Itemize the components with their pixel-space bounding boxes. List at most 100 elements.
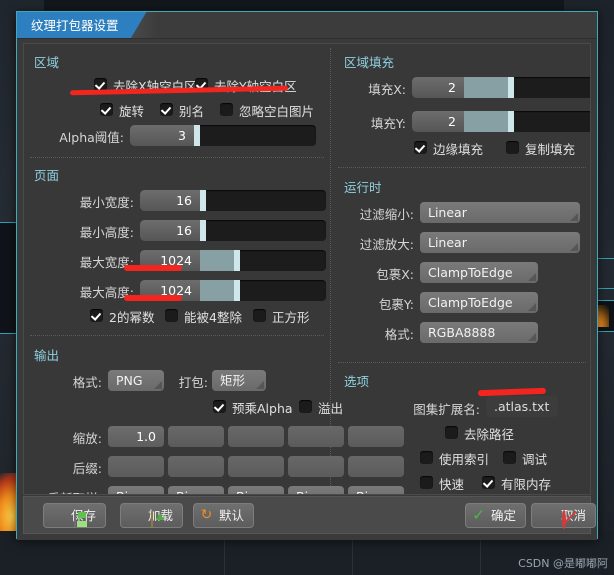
checkbox-alias[interactable] (160, 103, 173, 116)
slider-min-width-handle[interactable] (200, 190, 206, 211)
group-title-page: 页面 (34, 168, 60, 183)
section-divider (30, 157, 324, 158)
label-divisible-by-four: 能被4整除 (184, 310, 242, 325)
label-alpha-threshold: Alpha阈值: (59, 130, 124, 145)
slider-min-height[interactable]: 16 (140, 220, 326, 241)
label-atlas-extension: 图集扩展名: (413, 402, 480, 417)
settings-panel: 区域 去除X轴空白区 去除Y轴空白区 旋转 别名 忽略空白图片 Alpha阈值:… (23, 43, 591, 495)
label-min-width: 最小宽度: (79, 195, 134, 210)
slider-padding-y-fill (464, 111, 508, 132)
label-padding-y: 填充Y: (370, 116, 406, 131)
dropdown-mag-filter[interactable]: Linear (420, 232, 580, 253)
slider-max-height-handle[interactable] (234, 280, 240, 301)
checkbox-bleed[interactable] (299, 400, 312, 413)
save-button[interactable]: 保存 (43, 503, 107, 528)
tab-texture-packer-settings[interactable]: 纹理打包器设置 (17, 12, 147, 39)
dropdown-pixel-format[interactable]: RGBA8888 (420, 322, 538, 343)
slider-padding-x-value: 2 (412, 77, 464, 98)
label-debug: 调试 (522, 452, 548, 467)
watermark-text: CSDN @是嘟嘟阿 (518, 557, 608, 570)
label-edge-padding: 边缘填充 (433, 142, 484, 157)
checkbox-ignore-blank-images[interactable] (220, 103, 233, 116)
slider-max-width-fill (200, 250, 234, 271)
dialog-titlebar: 纹理打包器设置 (17, 12, 597, 39)
slider-padding-x[interactable]: 2 (412, 77, 590, 98)
checkbox-fast[interactable] (420, 476, 433, 489)
dropdown-resample-2[interactable]: Bicu (168, 486, 224, 494)
slider-max-width-handle[interactable] (234, 250, 240, 271)
checkbox-divisible-by-four[interactable] (165, 309, 178, 322)
label-rotation: 旋转 (119, 104, 145, 119)
dropdown-pack-mode[interactable]: 矩形 (212, 370, 266, 391)
annotation-mark-max-width (124, 265, 182, 271)
label-max-height: 最大高度: (79, 285, 134, 300)
label-alias: 别名 (179, 104, 205, 119)
slider-min-width[interactable]: 16 (140, 190, 326, 211)
input-suffix-2[interactable] (168, 456, 224, 477)
default-button-label: 默认 (219, 508, 245, 523)
label-min-height: 最小高度: (79, 225, 134, 240)
slider-padding-y-handle[interactable] (508, 111, 514, 132)
checkbox-use-indexes[interactable] (420, 451, 433, 464)
checkbox-edge-padding[interactable] (414, 141, 427, 154)
slider-padding-x-handle[interactable] (508, 77, 514, 98)
no-entry-icon (562, 510, 566, 529)
ok-button[interactable]: ✓ 确定 (465, 503, 527, 528)
checkbox-duplicate-padding[interactable] (506, 141, 519, 154)
desktop-root: 纹理打包器设置 区域 去除X轴空白区 去除Y轴空白区 旋转 (0, 0, 614, 575)
label-pack-mode: 打包: (178, 375, 208, 390)
checkbox-premultiply-alpha[interactable] (213, 400, 226, 413)
label-use-indexes: 使用索引 (439, 452, 490, 467)
input-suffix-1[interactable] (108, 456, 164, 477)
checkmark-icon: ✓ (472, 506, 485, 524)
right-column: 区域填充 填充X: 2 填充Y: 2 边缘填充 复制填充 运行时 过滤缩小: L… (330, 44, 590, 494)
label-premultiply-alpha: 预乘Alpha (232, 401, 293, 416)
checkbox-flatten-paths[interactable] (445, 426, 458, 439)
label-square: 正方形 (272, 310, 310, 325)
default-button[interactable]: ↻ 默认 (193, 503, 255, 528)
slider-max-height-fill (200, 280, 234, 301)
folder-upload-icon (151, 511, 153, 528)
input-scale-3[interactable] (228, 426, 284, 447)
checkbox-power-of-two[interactable] (90, 309, 103, 322)
label-wrap-x: 包裹X: (376, 267, 414, 282)
group-title-region-fill: 区域填充 (344, 55, 395, 70)
label-wrap-y: 包裹Y: (378, 297, 414, 312)
dropdown-resample-1[interactable]: Bicu (108, 486, 164, 494)
slider-min-width-value: 16 (140, 190, 200, 211)
dropdown-resample-3[interactable]: Bicu (228, 486, 284, 494)
section-divider (30, 335, 324, 336)
input-suffix-3[interactable] (228, 456, 284, 477)
group-title-region: 区域 (34, 55, 60, 70)
input-scale-1[interactable]: 1.0 (108, 426, 164, 447)
label-power-of-two: 2的幂数 (109, 310, 155, 325)
slider-min-height-value: 16 (140, 220, 200, 241)
label-limit-memory: 有限内存 (501, 477, 552, 492)
cancel-button[interactable]: 取消 (531, 503, 597, 529)
label-padding-x: 填充X: (368, 82, 406, 97)
dropdown-min-filter[interactable]: Linear (420, 202, 580, 223)
input-atlas-extension[interactable]: .atlas.txt (486, 396, 558, 417)
section-divider (338, 167, 586, 168)
dropdown-wrap-x[interactable]: ClampToEdge (420, 262, 538, 283)
dialog-body: 区域 去除X轴空白区 去除Y轴空白区 旋转 别名 忽略空白图片 Alpha阈值:… (17, 39, 597, 540)
slider-min-height-handle[interactable] (200, 220, 206, 241)
slider-padding-x-fill (464, 77, 508, 98)
slider-alpha-threshold[interactable]: 3 (130, 125, 316, 146)
checkbox-rotation[interactable] (100, 103, 113, 116)
dropdown-output-format[interactable]: PNG (108, 370, 164, 391)
slider-padding-y[interactable]: 2 (412, 111, 590, 132)
label-scale: 缩放: (72, 431, 102, 446)
label-min-filter: 过滤缩小: (359, 207, 414, 222)
ok-button-label: 确定 (491, 508, 517, 523)
label-fast: 快速 (439, 477, 465, 492)
checkbox-limit-memory[interactable] (482, 476, 495, 489)
load-button[interactable]: 加载 (120, 503, 184, 528)
slider-alpha-threshold-handle[interactable] (194, 125, 200, 146)
checkbox-square[interactable] (253, 309, 266, 322)
label-duplicate-padding: 复制填充 (525, 142, 576, 157)
checkbox-debug[interactable] (503, 451, 516, 464)
input-scale-2[interactable] (168, 426, 224, 447)
label-max-width: 最大宽度: (79, 255, 134, 270)
dropdown-wrap-y[interactable]: ClampToEdge (420, 292, 538, 313)
